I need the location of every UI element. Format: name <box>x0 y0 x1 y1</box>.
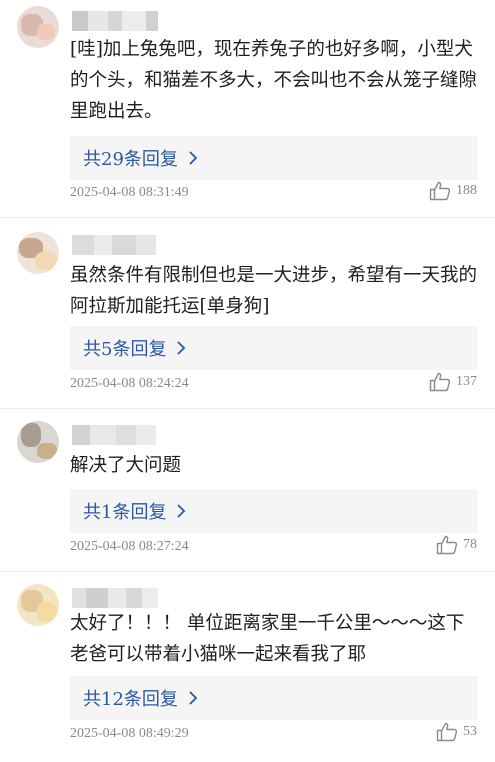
thumbs-up-icon <box>429 181 451 201</box>
like-count: 188 <box>456 183 477 198</box>
avatar[interactable] <box>17 6 59 48</box>
like-count: 53 <box>463 724 477 739</box>
comment-item: 虽然条件有限制但也是一大进步，希望有一天我的阿拉斯加能托运[单身狗] 共5条回复… <box>0 218 495 409</box>
comment-timestamp: 2025-04-08 08:49:29 <box>70 726 189 741</box>
username-blurred[interactable] <box>72 235 158 255</box>
chevron-right-icon <box>189 151 198 165</box>
comment-text: [哇]加上兔兔吧，现在养兔子的也好多啊，小型犬的个头，和猫差不多大，不会叫也不会… <box>70 39 478 122</box>
comment-timestamp: 2025-04-08 08:24:24 <box>70 376 189 391</box>
username-blurred[interactable] <box>72 11 158 31</box>
replies-count-label: 共12条回复 <box>83 689 178 710</box>
like-button[interactable]: 188 <box>429 181 477 201</box>
like-button[interactable]: 78 <box>436 535 477 555</box>
comment-text: 太好了！！！ 单位距离家里一千公里～～～这下老爸可以带着小猫咪一起来看我了耶 <box>70 613 465 665</box>
thumbs-up-icon <box>429 372 451 392</box>
view-replies-button[interactable]: 共12条回复 <box>70 676 478 720</box>
like-count: 137 <box>456 374 477 389</box>
thumbs-up-icon <box>436 722 458 742</box>
like-count: 78 <box>463 537 477 552</box>
view-replies-button[interactable]: 共29条回复 <box>70 136 478 180</box>
replies-count-label: 共1条回复 <box>83 502 167 523</box>
comment-timestamp: 2025-04-08 08:31:49 <box>70 185 189 200</box>
comment-timestamp: 2025-04-08 08:27:24 <box>70 539 189 554</box>
comment-text: 解决了大问题 <box>70 455 182 476</box>
avatar[interactable] <box>17 421 59 463</box>
like-button[interactable]: 137 <box>429 372 477 392</box>
replies-count-label: 共5条回复 <box>83 339 167 360</box>
avatar[interactable] <box>17 232 59 274</box>
username-blurred[interactable] <box>72 588 158 608</box>
view-replies-button[interactable]: 共5条回复 <box>70 326 478 370</box>
avatar[interactable] <box>17 584 59 626</box>
chevron-right-icon <box>177 504 186 518</box>
comment-item: 太好了！！！ 单位距离家里一千公里～～～这下老爸可以带着小猫咪一起来看我了耶 共… <box>0 572 495 762</box>
chevron-right-icon <box>189 691 198 705</box>
view-replies-button[interactable]: 共1条回复 <box>70 489 478 533</box>
like-button[interactable]: 53 <box>436 722 477 742</box>
replies-count-label: 共29条回复 <box>83 149 178 170</box>
comment-item: 解决了大问题 共1条回复 2025-04-08 08:27:24 78 <box>0 409 495 572</box>
chevron-right-icon <box>177 341 186 355</box>
comment-text: 虽然条件有限制但也是一大进步，希望有一天我的阿拉斯加能托运[单身狗] <box>70 265 478 317</box>
thumbs-up-icon <box>436 535 458 555</box>
comment-item: [哇]加上兔兔吧，现在养兔子的也好多啊，小型犬的个头，和猫差不多大，不会叫也不会… <box>0 0 495 218</box>
username-blurred[interactable] <box>72 425 158 445</box>
